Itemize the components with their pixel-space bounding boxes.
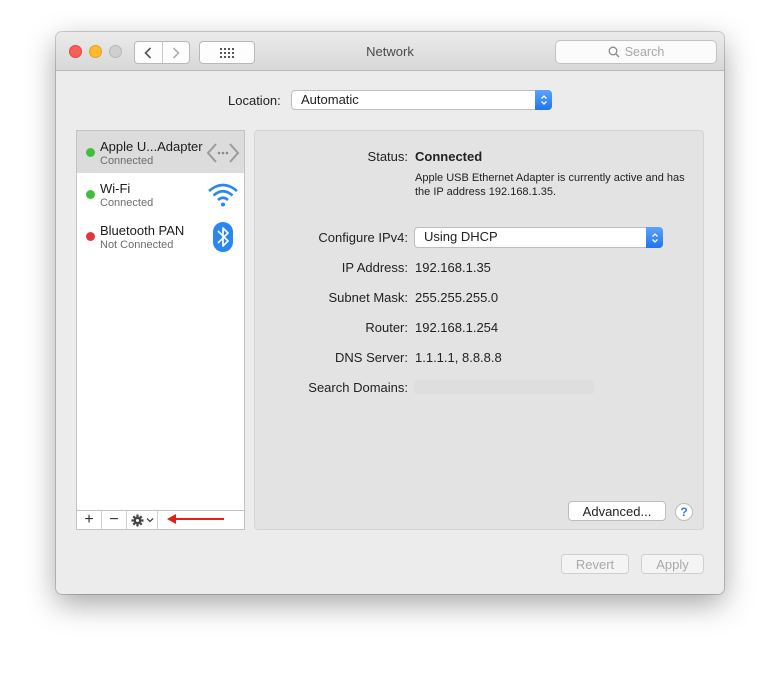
search-domains-label: Search Domains: <box>308 380 408 395</box>
ip-address-value: 192.168.1.35 <box>415 260 491 275</box>
gear-icon <box>131 514 143 526</box>
remove-service-button[interactable]: − <box>102 511 127 529</box>
router-value: 192.168.1.254 <box>415 320 499 335</box>
search-icon <box>608 46 620 58</box>
network-preferences-window: Network Search Location: Automatic Apple… <box>56 32 724 594</box>
configure-ipv4-popup[interactable]: Using DHCP <box>414 227 663 248</box>
revert-button[interactable]: Revert <box>561 554 629 574</box>
status-indicator <box>86 232 95 241</box>
popup-caret-icon <box>535 90 552 110</box>
wifi-icon <box>208 183 238 207</box>
annotation-arrow-icon <box>167 514 224 524</box>
service-status: Connected <box>100 197 154 209</box>
search-placeholder: Search <box>624 45 665 59</box>
apply-button[interactable]: Apply <box>641 554 704 574</box>
service-status: Connected <box>100 155 154 167</box>
service-status: Not Connected <box>100 239 174 251</box>
service-name: Apple U...Adapter <box>100 139 203 154</box>
search-domains-value <box>414 380 594 394</box>
status-indicator <box>86 148 95 157</box>
chevron-down-icon <box>146 518 153 523</box>
status-label: Status: <box>367 149 408 164</box>
advanced-button[interactable]: Advanced... <box>568 501 666 521</box>
location-value: Automatic <box>301 92 359 107</box>
ip-address-label: IP Address: <box>341 260 408 275</box>
dns-server-value: 1.1.1.1, 8.8.8.8 <box>415 350 502 365</box>
title-bar: Network Search <box>56 32 724 71</box>
configure-ipv4-value: Using DHCP <box>424 229 498 244</box>
dns-server-label: DNS Server: <box>335 350 408 365</box>
location-popup[interactable]: Automatic <box>291 90 552 110</box>
service-actions-button[interactable] <box>127 511 158 529</box>
subnet-mask-label: Subnet Mask: <box>328 290 409 305</box>
router-label: Router: <box>365 320 408 335</box>
location-label: Location: <box>228 93 281 108</box>
service-item-wifi[interactable]: Wi-Fi Connected <box>77 173 244 215</box>
service-name: Wi-Fi <box>100 181 131 196</box>
search-field[interactable]: Search <box>555 40 717 64</box>
help-button[interactable]: ? <box>675 503 693 521</box>
popup-caret-icon <box>646 227 663 248</box>
configure-ipv4-label: Configure IPv4: <box>318 230 408 245</box>
status-indicator <box>86 190 95 199</box>
status-description: Apple USB Ethernet Adapter is currently … <box>415 172 685 198</box>
status-value: Connected <box>415 149 483 164</box>
subnet-mask-value: 255.255.255.0 <box>415 290 499 305</box>
add-service-button[interactable]: + <box>77 511 102 529</box>
service-name: Bluetooth PAN <box>100 223 185 238</box>
